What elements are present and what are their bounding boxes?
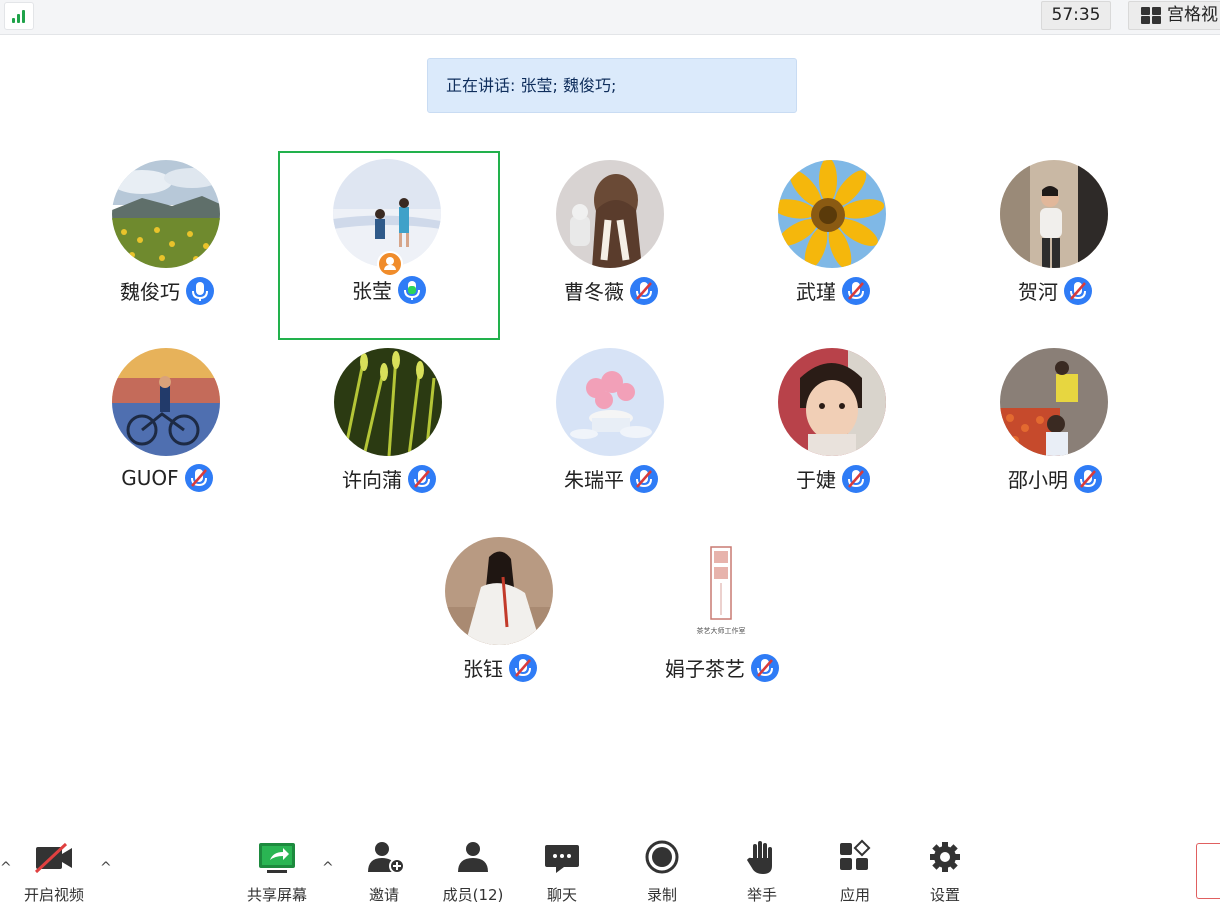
seal-avatar: 茶艺大师工作室 — [667, 537, 775, 645]
mic-muted-icon — [1074, 464, 1102, 493]
mic-muted-icon — [842, 464, 870, 493]
participant-tile[interactable]: 张钰 — [390, 529, 610, 717]
speaking-banner-text: 正在讲话: 张莹; 魏俊巧; — [446, 76, 617, 95]
start-video-label: 开启视频 — [23, 886, 84, 904]
mic-muted-icon — [751, 653, 779, 682]
participant-name: 贺河 — [1018, 280, 1058, 304]
chat-label: 聊天 — [546, 886, 577, 904]
participant-name: 张钰 — [463, 657, 503, 681]
avatar — [778, 348, 886, 456]
mic-muted-icon — [842, 276, 870, 305]
participant-tile[interactable]: 曹冬薇 — [501, 152, 721, 340]
chevron-up-icon[interactable]: ^ — [0, 860, 12, 876]
meeting-timer: 57:35 — [1041, 1, 1111, 30]
host-badge-icon — [377, 251, 403, 277]
avatar — [556, 160, 664, 268]
members-label: 成员(12) — [442, 886, 504, 904]
mic-muted-icon — [630, 276, 658, 305]
share-screen-icon — [237, 838, 317, 878]
avatar — [556, 348, 664, 456]
participant-tile[interactable]: 许向蒲 — [279, 340, 499, 528]
record-button[interactable]: 录制 — [622, 838, 702, 904]
avatar — [445, 537, 553, 645]
mic-muted-icon — [184, 464, 213, 492]
speaking-banner: 正在讲话: 张莹; 魏俊巧; — [427, 58, 797, 113]
mic-muted-icon — [408, 464, 436, 493]
participant-tile[interactable]: 贺河 — [945, 152, 1165, 340]
raise-hand-label: 举手 — [746, 886, 777, 904]
mic-muted-icon — [509, 653, 537, 682]
start-video-button[interactable]: 开启视频 — [14, 838, 94, 904]
apps-button[interactable]: 应用 — [815, 838, 895, 904]
members-icon — [433, 838, 513, 878]
participant-name: 于婕 — [796, 468, 836, 492]
share-screen-button[interactable]: 共享屏幕 — [237, 838, 317, 904]
participant-name: 武瑾 — [796, 280, 836, 304]
video-off-icon — [14, 838, 94, 878]
participant-tile[interactable]: 朱瑞平 — [501, 340, 721, 528]
settings-button[interactable]: 设置 — [905, 838, 985, 904]
record-icon — [622, 838, 702, 878]
avatar — [112, 160, 220, 268]
mic-speaking-icon — [398, 275, 426, 304]
invite-button[interactable]: 邀请 — [344, 838, 424, 904]
participant-name: 张莹 — [352, 279, 392, 303]
grid-view-button[interactable]: 宫格视 — [1128, 1, 1220, 30]
leave-meeting-button-partial[interactable] — [1196, 843, 1220, 899]
members-button[interactable]: 成员(12) — [433, 838, 513, 904]
participant-name: 曹冬薇 — [564, 280, 624, 304]
mic-icon — [186, 276, 214, 305]
bottom-toolbar: ^ 开启视频 ^ 共享屏幕 ^ 邀请 成员(12) 聊天 录制 举手 应用 设置 — [0, 832, 1220, 906]
gear-icon — [905, 838, 985, 878]
top-bar: 57:35 宫格视 — [0, 0, 1220, 35]
hand-icon — [722, 838, 802, 878]
mic-muted-icon — [1064, 276, 1092, 305]
participant-tile[interactable]: 武瑾 — [723, 152, 943, 340]
grid-view-label: 宫格视 — [1167, 5, 1218, 25]
invite-label: 邀请 — [368, 886, 399, 904]
mic-muted-icon — [630, 464, 658, 493]
video-options-chevron-icon[interactable]: ^ — [100, 860, 112, 876]
avatar — [334, 348, 442, 456]
participant-name: 魏俊巧 — [120, 280, 180, 304]
participant-name: 许向蒲 — [342, 468, 402, 492]
share-options-chevron-icon[interactable]: ^ — [322, 860, 334, 876]
apps-icon — [815, 838, 895, 878]
grid-view-icon — [1141, 7, 1161, 24]
participant-tile[interactable]: 魏俊巧 — [57, 152, 277, 340]
chat-icon — [522, 838, 602, 878]
avatar — [778, 160, 886, 268]
participant-tile-selected[interactable]: 张莹 — [278, 151, 500, 340]
participant-tile[interactable]: GUOF — [57, 340, 277, 528]
network-signal-icon[interactable] — [4, 2, 34, 30]
participant-tile[interactable]: 邵小明 — [945, 340, 1165, 528]
participant-tile[interactable]: 于婕 — [723, 340, 943, 528]
participant-name: 邵小明 — [1008, 468, 1068, 492]
participant-name: GUOF — [121, 466, 179, 490]
record-label: 录制 — [646, 886, 677, 904]
participant-name: 朱瑞平 — [564, 468, 624, 492]
avatar — [1000, 160, 1108, 268]
chat-button[interactable]: 聊天 — [522, 838, 602, 904]
avatar — [1000, 348, 1108, 456]
seal-caption: 茶艺大师工作室 — [697, 626, 746, 635]
apps-label: 应用 — [839, 886, 870, 904]
add-user-icon — [344, 838, 424, 878]
participant-name: 娟子茶艺 — [665, 657, 745, 681]
avatar — [112, 348, 220, 456]
raise-hand-button[interactable]: 举手 — [722, 838, 802, 904]
participant-tile[interactable]: 茶艺大师工作室 娟子茶艺 — [612, 529, 832, 717]
share-screen-label: 共享屏幕 — [246, 886, 307, 904]
settings-label: 设置 — [929, 886, 960, 904]
